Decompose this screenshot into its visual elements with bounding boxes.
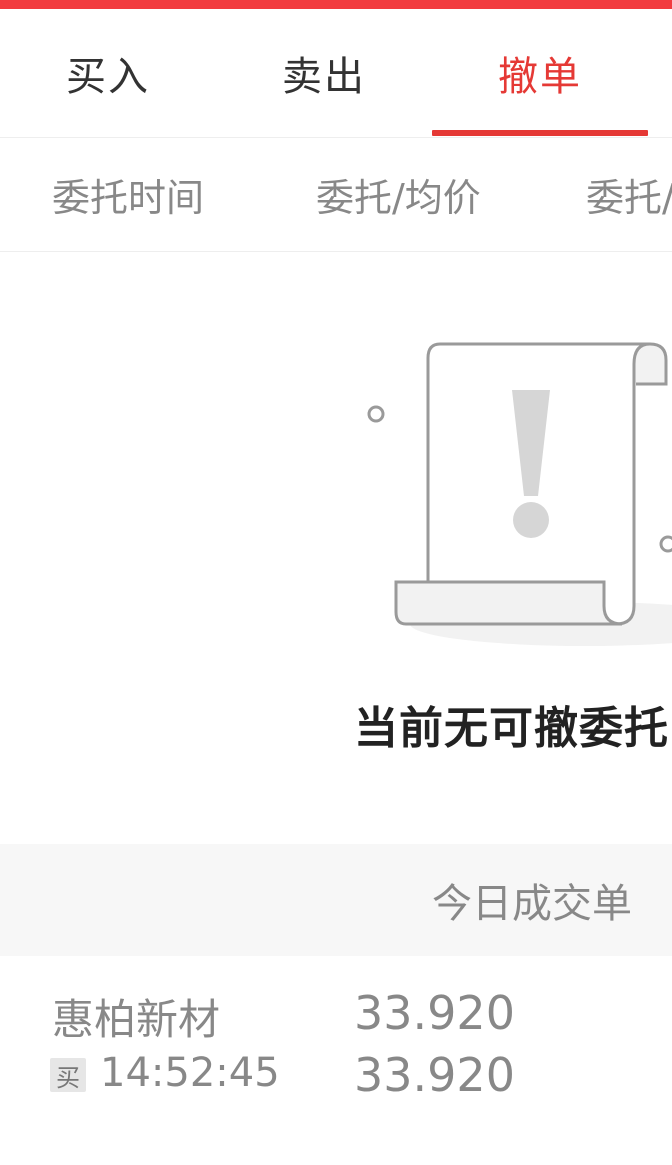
- empty-state: 当前无可撤委托: [0, 252, 672, 844]
- trade-tabs: 买入 卖出 撤单: [0, 9, 672, 138]
- column-header-order-time: 委托时间: [52, 176, 205, 220]
- tab-buy[interactable]: 买入: [0, 9, 216, 137]
- trade-side-badge: 买: [50, 1058, 86, 1092]
- today-trades-list: 惠柏新材 买 14:52:45 33.920 33.920: [0, 956, 672, 1165]
- trade-time: 14:52:45: [100, 1050, 280, 1096]
- tab-sell[interactable]: 卖出: [216, 9, 432, 137]
- stock-name: 惠柏新材: [52, 995, 221, 1044]
- table-row[interactable]: 惠柏新材 买 14:52:45 33.920 33.920: [0, 956, 672, 1106]
- active-tab-indicator: [432, 130, 648, 136]
- column-header-order-quantity: 委托/: [586, 176, 672, 220]
- today-trades-section-header: 今日成交单: [0, 844, 672, 956]
- top-status-accent-bar: [0, 0, 672, 9]
- empty-state-message: 当前无可撤委托: [354, 703, 669, 754]
- order-price: 33.920: [354, 986, 515, 1040]
- tab-cancel-order[interactable]: 撤单: [432, 9, 648, 137]
- avg-price: 33.920: [354, 1048, 515, 1102]
- today-trades-title: 今日成交单: [432, 881, 632, 927]
- order-column-headers: 委托时间 委托/均价 委托/: [0, 138, 672, 252]
- column-header-order-avg-price: 委托/均价: [316, 176, 481, 220]
- document-warning-icon: [367, 342, 672, 646]
